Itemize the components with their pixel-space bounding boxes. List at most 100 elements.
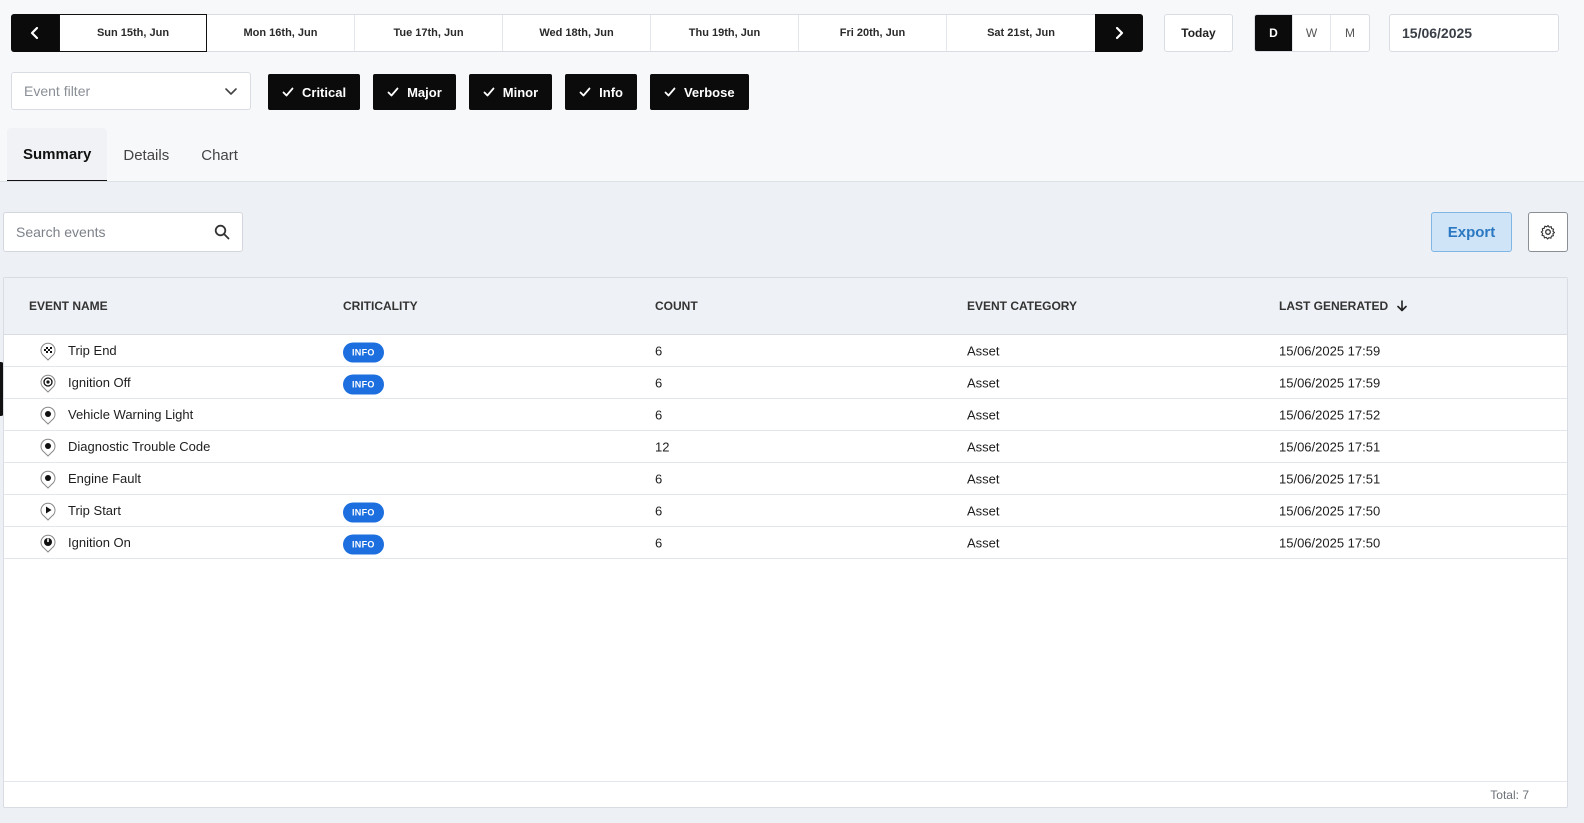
chevron-down-icon: [225, 88, 237, 95]
category-cell: Asset: [967, 439, 1000, 454]
search-input[interactable]: Search events: [16, 224, 106, 240]
today-button[interactable]: Today: [1164, 14, 1233, 52]
header-event-category[interactable]: EVENT CATEGORY: [967, 299, 1077, 313]
period-month-button[interactable]: M: [1331, 15, 1369, 51]
category-cell: Asset: [967, 407, 1000, 422]
next-day-button[interactable]: [1095, 14, 1143, 52]
criticality-badge: INFO: [343, 502, 384, 522]
table-footer: Total: 7: [4, 781, 1567, 807]
table-row[interactable]: Vehicle Warning Light 6 Asset 15/06/2025…: [4, 399, 1567, 431]
header-count[interactable]: COUNT: [655, 299, 698, 313]
count-cell: 6: [655, 375, 663, 390]
chip-info[interactable]: Info: [565, 74, 637, 110]
chip-major[interactable]: Major: [373, 74, 456, 110]
event-name: Ignition On: [68, 535, 131, 550]
chip-label: Verbose: [683, 84, 735, 100]
chevron-left-icon: [30, 26, 39, 40]
event-name-cell: Engine Fault: [38, 469, 141, 489]
period-day-button[interactable]: D: [1255, 15, 1293, 51]
export-button[interactable]: Export: [1431, 212, 1512, 252]
event-name: Vehicle Warning Light: [68, 407, 194, 422]
event-name-cell: Ignition On: [38, 533, 131, 553]
chip-label: Major: [407, 84, 442, 100]
last-generated-cell: 15/06/2025 17:50: [1279, 535, 1381, 550]
ignition-on-icon: [40, 534, 56, 553]
header-last-generated[interactable]: LAST GENERATED: [1279, 299, 1408, 313]
criticality-cell: INFO: [343, 502, 384, 522]
event-name: Diagnostic Trouble Code: [68, 439, 211, 454]
day-tab-0[interactable]: Sun 15th, Jun: [59, 14, 207, 52]
previous-day-button[interactable]: [11, 14, 59, 52]
last-generated-cell: 15/06/2025 17:51: [1279, 471, 1381, 486]
event-name-cell: Trip End: [38, 341, 117, 361]
event-name-cell: Trip Start: [38, 501, 121, 521]
chip-minor[interactable]: Minor: [468, 74, 553, 110]
last-generated-cell: 15/06/2025 17:52: [1279, 407, 1381, 422]
chip-verbose[interactable]: Verbose: [649, 74, 749, 110]
event-filter-placeholder: Event filter: [24, 83, 91, 99]
event-filter-select[interactable]: Event filter: [11, 72, 251, 110]
tab-chart[interactable]: Chart: [185, 128, 254, 182]
last-generated-cell: 15/06/2025 17:51: [1279, 439, 1381, 454]
check-icon: [664, 87, 676, 97]
event-name: Trip Start: [68, 503, 121, 518]
header-criticality[interactable]: CRITICALITY: [343, 299, 418, 313]
day-tab-1[interactable]: Mon 16th, Jun: [207, 15, 355, 51]
last-generated-cell: 15/06/2025 17:59: [1279, 343, 1381, 358]
settings-button[interactable]: [1528, 212, 1568, 252]
event-name: Trip End: [68, 343, 117, 358]
period-week-button[interactable]: W: [1293, 15, 1331, 51]
search-box[interactable]: Search events: [3, 212, 243, 252]
tab-summary[interactable]: Summary: [7, 128, 108, 182]
criticality-badge: INFO: [343, 374, 384, 394]
table-row[interactable]: Ignition Off INFO 6 Asset 15/06/2025 17:…: [4, 367, 1567, 399]
category-cell: Asset: [967, 343, 1000, 358]
event-name-cell: Vehicle Warning Light: [38, 405, 193, 425]
count-cell: 6: [655, 343, 663, 358]
table-row[interactable]: Engine Fault 6 Asset 15/06/2025 17:51: [4, 463, 1567, 495]
check-icon: [387, 87, 399, 97]
chip-label: Minor: [502, 84, 539, 100]
date-field[interactable]: 15/06/2025: [1389, 14, 1559, 52]
chevron-right-icon: [1115, 26, 1124, 40]
criticality-filter-chips: Critical Major Minor Info Verbose: [268, 74, 749, 110]
checkered-flag-icon: [40, 342, 56, 361]
criticality-badge: INFO: [343, 534, 384, 554]
date-navigator: Sun 15th, Jun Mon 16th, Jun Tue 17th, Ju…: [11, 14, 1143, 52]
count-cell: 6: [655, 407, 663, 422]
day-tab-4[interactable]: Thu 19th, Jun: [651, 15, 799, 51]
count-cell: 6: [655, 535, 663, 550]
play-icon: [40, 502, 56, 521]
count-cell: 6: [655, 471, 663, 486]
category-cell: Asset: [967, 535, 1000, 550]
event-name: Ignition Off: [68, 375, 131, 390]
table-header: EVENT NAME CRITICALITY COUNT EVENT CATEG…: [4, 278, 1567, 335]
check-icon: [579, 87, 591, 97]
category-cell: Asset: [967, 503, 1000, 518]
event-name-cell: Ignition Off: [38, 373, 131, 393]
chip-label: Info: [599, 84, 623, 100]
category-cell: Asset: [967, 471, 1000, 486]
header-last-generated-label: LAST GENERATED: [1279, 299, 1389, 313]
location-pin-icon: [40, 406, 56, 425]
event-name-cell: Diagnostic Trouble Code: [38, 437, 210, 457]
total-count: Total: 7: [1490, 787, 1529, 802]
day-tab-3[interactable]: Wed 18th, Jun: [503, 15, 651, 51]
day-tab-2[interactable]: Tue 17th, Jun: [355, 15, 503, 51]
header-event-name[interactable]: EVENT NAME: [29, 299, 108, 313]
table-row[interactable]: Ignition On INFO 6 Asset 15/06/2025 17:5…: [4, 527, 1567, 559]
criticality-cell: INFO: [343, 534, 384, 554]
check-icon: [282, 87, 294, 97]
tab-details[interactable]: Details: [107, 128, 185, 182]
category-cell: Asset: [967, 375, 1000, 390]
table-row[interactable]: Trip End INFO 6 Asset 15/06/2025 17:59: [4, 335, 1567, 367]
table-row[interactable]: Diagnostic Trouble Code 12 Asset 15/06/2…: [4, 431, 1567, 463]
chip-critical[interactable]: Critical: [268, 74, 361, 110]
day-tab-5[interactable]: Fri 20th, Jun: [799, 15, 947, 51]
check-icon: [483, 87, 495, 97]
day-tab-6[interactable]: Sat 21st, Jun: [947, 15, 1095, 51]
location-pin-icon: [40, 438, 56, 457]
last-generated-cell: 15/06/2025 17:50: [1279, 503, 1381, 518]
events-table: EVENT NAME CRITICALITY COUNT EVENT CATEG…: [3, 277, 1568, 808]
table-row[interactable]: Trip Start INFO 6 Asset 15/06/2025 17:50: [4, 495, 1567, 527]
